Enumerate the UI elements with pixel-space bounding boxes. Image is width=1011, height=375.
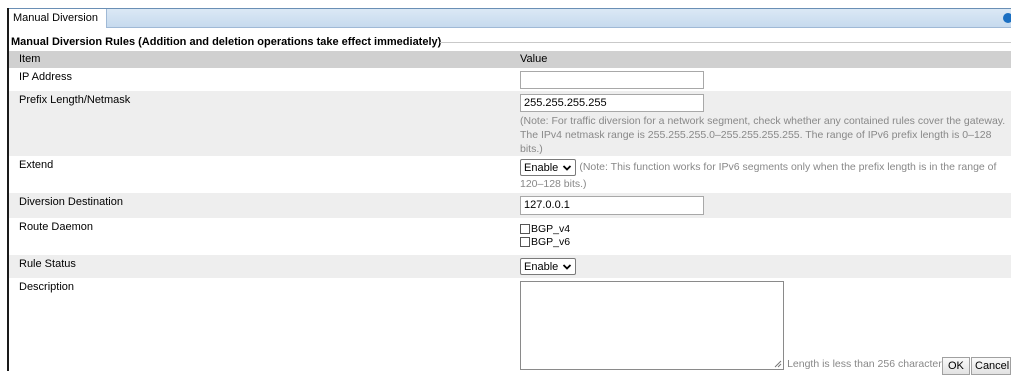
description-textarea[interactable] <box>520 281 784 370</box>
description-label: Description <box>9 278 510 375</box>
bgp-v4-label: BGP_v4 <box>531 223 571 235</box>
tab-manual-diversion[interactable]: Manual Diversion <box>9 9 107 28</box>
bgp-v4-checkbox[interactable] <box>520 224 530 235</box>
ok-button[interactable]: OK <box>942 357 970 375</box>
rule-status-select[interactable]: Enable <box>520 258 577 275</box>
row-ip-address: IP Address <box>9 68 1011 91</box>
prefix-note-line1: (Note: For traffic diversion for a netwo… <box>520 115 1006 127</box>
route-daemon-option-bgp-v6: BGP_v6 <box>520 236 1011 249</box>
row-rule-status: Rule Status Enable <box>9 255 1011 278</box>
extend-note: (Note: This function works for IPv6 segm… <box>520 161 997 190</box>
description-hint: Length is less than 256 characters. <box>787 358 950 370</box>
rules-form-table: Item Value IP Address Prefix Length/Netm… <box>9 51 1011 375</box>
prefix-note-line2: The IPv4 netmask range is 255.255.255.0–… <box>520 129 992 155</box>
extend-select[interactable]: Enable <box>520 159 577 176</box>
prefix-length-label: Prefix Length/Netmask <box>9 91 510 156</box>
rule-status-selected-value: Enable <box>524 260 559 273</box>
tab-strip <box>9 9 1011 28</box>
row-description: Description Length is less than 256 char… <box>9 278 1011 375</box>
bgp-v6-checkbox[interactable] <box>520 237 530 248</box>
ip-address-input[interactable] <box>520 71 704 89</box>
chevron-down-icon <box>563 263 572 270</box>
tab-label: Manual Diversion <box>13 12 98 24</box>
row-route-daemon: Route Daemon BGP_v4 BGP_v6 <box>9 218 1011 255</box>
route-daemon-option-bgp-v4: BGP_v4 <box>520 223 1011 236</box>
column-header-item: Item <box>9 51 510 68</box>
diversion-destination-label: Diversion Destination <box>9 193 510 218</box>
prefix-length-input[interactable]: 255.255.255.255 <box>520 94 704 112</box>
cancel-button[interactable]: Cancel <box>971 357 1011 375</box>
resize-grip-icon[interactable] <box>774 360 782 368</box>
column-header-value: Value <box>510 51 1011 68</box>
extend-label: Extend <box>9 156 510 193</box>
section-title: Manual Diversion Rules (Addition and del… <box>11 36 442 48</box>
table-header-row: Item Value <box>9 51 1011 68</box>
status-indicator-icon <box>1003 13 1011 23</box>
extend-selected-value: Enable <box>524 161 559 174</box>
row-diversion-destination: Diversion Destination 127.0.0.1 <box>9 193 1011 218</box>
rule-status-label: Rule Status <box>9 255 510 278</box>
row-prefix-length: Prefix Length/Netmask 255.255.255.255 (N… <box>9 91 1011 156</box>
chevron-down-icon <box>563 164 572 171</box>
ip-address-label: IP Address <box>9 68 510 91</box>
diversion-destination-input[interactable]: 127.0.0.1 <box>520 196 704 215</box>
row-extend: Extend Enable (Note: This function works… <box>9 156 1011 193</box>
bgp-v6-label: BGP_v6 <box>531 236 571 248</box>
section-divider <box>440 42 1011 43</box>
route-daemon-label: Route Daemon <box>9 218 510 255</box>
